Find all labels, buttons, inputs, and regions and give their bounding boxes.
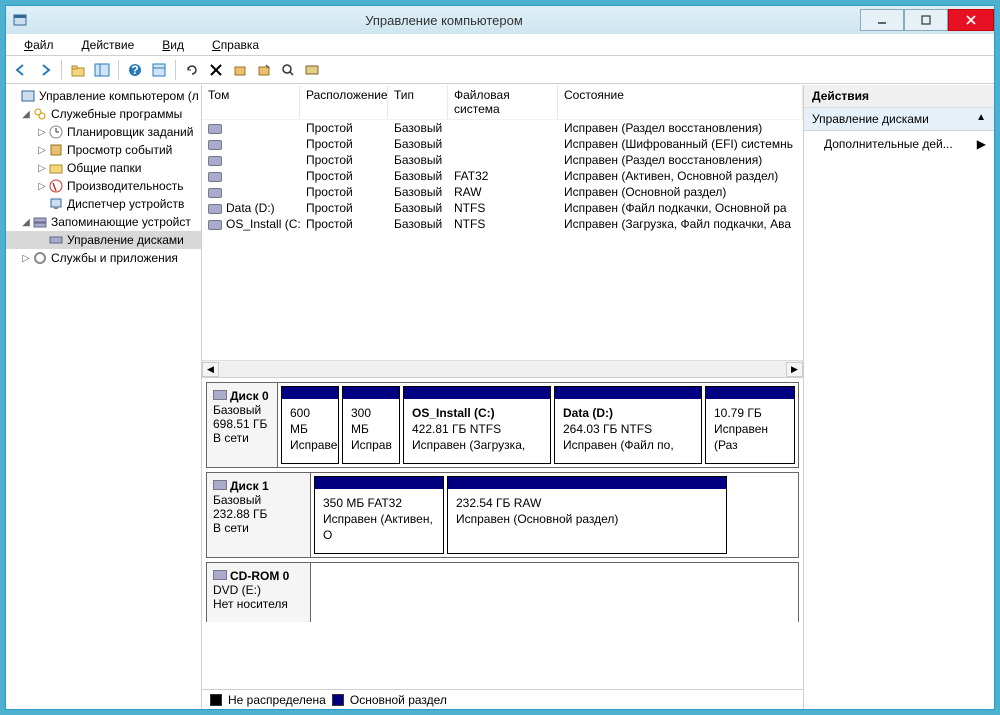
actions-more-label: Дополнительные дей...	[824, 137, 953, 151]
actions-pane: Действия Управление дисками ▲ Дополнител…	[804, 85, 994, 709]
legend-primary-label: Основной раздел	[350, 693, 447, 707]
partition[interactable]: OS_Install (C:)422.81 ГБ NTFSИсправен (З…	[403, 386, 551, 464]
col-status[interactable]: Состояние	[558, 85, 803, 119]
delete-button[interactable]	[205, 59, 227, 81]
col-type[interactable]: Тип	[388, 85, 448, 119]
menu-view[interactable]: Вид	[150, 36, 196, 54]
tree-services-apps[interactable]: ▷Службы и приложения	[6, 249, 201, 267]
col-filesystem[interactable]: Файловая система	[448, 85, 558, 119]
action1-button[interactable]	[229, 59, 251, 81]
window-buttons	[860, 9, 994, 31]
col-layout[interactable]: Расположение	[300, 85, 388, 119]
volume-list: Том Расположение Тип Файловая система Со…	[202, 85, 803, 378]
window-title: Управление компьютером	[28, 13, 860, 28]
scroll-left-button[interactable]: ◀	[202, 362, 219, 377]
volume-row[interactable]: Data (D:)ПростойБазовыйNTFSИсправен (Фай…	[202, 200, 803, 216]
volume-row[interactable]: ПростойБазовыйFAT32Исправен (Активен, Ос…	[202, 168, 803, 184]
svg-text:?: ?	[131, 63, 138, 77]
help-button[interactable]: ?	[124, 59, 146, 81]
titlebar[interactable]: Управление компьютером	[6, 6, 994, 34]
volume-row[interactable]: ПростойБазовыйИсправен (Раздел восстанов…	[202, 120, 803, 136]
partition[interactable]: 232.54 ГБ RAWИсправен (Основной раздел)	[447, 476, 727, 554]
partition[interactable]: 600 МБИсправе	[281, 386, 339, 464]
tree-performance[interactable]: ▷Производительность	[6, 177, 201, 195]
chevron-right-icon: ▶	[977, 137, 986, 151]
volume-row[interactable]: ПростойБазовыйRAWИсправен (Основной разд…	[202, 184, 803, 200]
toolbar: ?	[6, 56, 994, 84]
minimize-button[interactable]	[860, 9, 904, 31]
navigation-tree[interactable]: Управление компьютером (л ◢Служебные про…	[6, 85, 202, 709]
tree-storage[interactable]: ◢Запоминающие устройст	[6, 213, 201, 231]
tree-disk-management[interactable]: Управление дисками	[6, 231, 201, 249]
refresh-button[interactable]	[181, 59, 203, 81]
up-button[interactable]	[67, 59, 89, 81]
partition[interactable]: 350 МБ FAT32Исправен (Активен, О	[314, 476, 444, 554]
scroll-right-button[interactable]: ▶	[786, 362, 803, 377]
disk-info: CD-ROM 0DVD (E:)Нет носителя	[207, 563, 311, 622]
tree-event-viewer[interactable]: ▷Просмотр событий	[6, 141, 201, 159]
menu-action[interactable]: Действие	[70, 36, 147, 54]
menu-help[interactable]: Справка	[200, 36, 271, 54]
col-volume[interactable]: Том	[202, 85, 300, 119]
disk-row[interactable]: Диск 0Базовый698.51 ГБВ сети600 МБИсправ…	[206, 382, 799, 468]
actions-header: Действия	[804, 85, 994, 108]
tree-root[interactable]: Управление компьютером (л	[6, 87, 201, 105]
main-content: Том Расположение Тип Файловая система Со…	[202, 85, 804, 709]
volume-list-header: Том Расположение Тип Файловая система Со…	[202, 85, 803, 120]
partition[interactable]: 300 МБИсправ	[342, 386, 400, 464]
legend-swatch-unallocated	[210, 694, 222, 706]
action4-button[interactable]	[301, 59, 323, 81]
action3-button[interactable]	[277, 59, 299, 81]
volume-row[interactable]: ПростойБазовыйИсправен (Раздел восстанов…	[202, 152, 803, 168]
volume-row[interactable]: ПростойБазовыйИсправен (Шифрованный (EFI…	[202, 136, 803, 152]
window-icon	[12, 12, 28, 28]
disk-row[interactable]: Диск 1Базовый232.88 ГБВ сети350 МБ FAT32…	[206, 472, 799, 558]
legend: Не распределена Основной раздел	[202, 689, 803, 709]
tree-task-scheduler[interactable]: ▷Планировщик заданий	[6, 123, 201, 141]
partition[interactable]: Data (D:)264.03 ГБ NTFSИсправен (Файл по…	[554, 386, 702, 464]
tree-device-manager[interactable]: Диспетчер устройств	[6, 195, 201, 213]
disk-partitions: 350 МБ FAT32Исправен (Активен, О232.54 Г…	[311, 473, 798, 557]
legend-unallocated-label: Не распределена	[228, 693, 326, 707]
close-button[interactable]	[948, 9, 994, 31]
disk-partitions	[311, 563, 798, 622]
window-frame: Управление компьютером Файл Действие Вид…	[5, 5, 995, 710]
disk-info: Диск 0Базовый698.51 ГБВ сети	[207, 383, 278, 467]
disk-layout-view[interactable]: Диск 0Базовый698.51 ГБВ сети600 МБИсправ…	[202, 378, 803, 689]
collapse-icon: ▲	[976, 112, 986, 126]
actions-more-link[interactable]: Дополнительные дей... ▶	[804, 131, 994, 157]
disk-partitions: 600 МБИсправе300 МБИсправOS_Install (C:)…	[278, 383, 798, 467]
legend-swatch-primary	[332, 694, 344, 706]
action2-button[interactable]	[253, 59, 275, 81]
maximize-button[interactable]	[904, 9, 948, 31]
menu-file[interactable]: Файл	[12, 36, 66, 54]
tree-system-tools[interactable]: ◢Служебные программы	[6, 105, 201, 123]
volume-list-body[interactable]: ПростойБазовыйИсправен (Раздел восстанов…	[202, 120, 803, 360]
disk-row[interactable]: CD-ROM 0DVD (E:)Нет носителя	[206, 562, 799, 622]
forward-button[interactable]	[34, 59, 56, 81]
properties-button[interactable]	[148, 59, 170, 81]
show-hide-tree-button[interactable]	[91, 59, 113, 81]
tree-shared-folders[interactable]: ▷Общие папки	[6, 159, 201, 177]
partition[interactable]: 10.79 ГБИсправен (Раз	[705, 386, 795, 464]
actions-section[interactable]: Управление дисками ▲	[804, 108, 994, 131]
volume-scrollbar[interactable]: ◀ ▶	[202, 360, 803, 377]
actions-section-label: Управление дисками	[812, 112, 929, 126]
menubar: Файл Действие Вид Справка	[6, 34, 994, 56]
disk-info: Диск 1Базовый232.88 ГБВ сети	[207, 473, 311, 557]
back-button[interactable]	[10, 59, 32, 81]
volume-row[interactable]: OS_Install (C:)ПростойБазовыйNTFSИсправе…	[202, 216, 803, 232]
